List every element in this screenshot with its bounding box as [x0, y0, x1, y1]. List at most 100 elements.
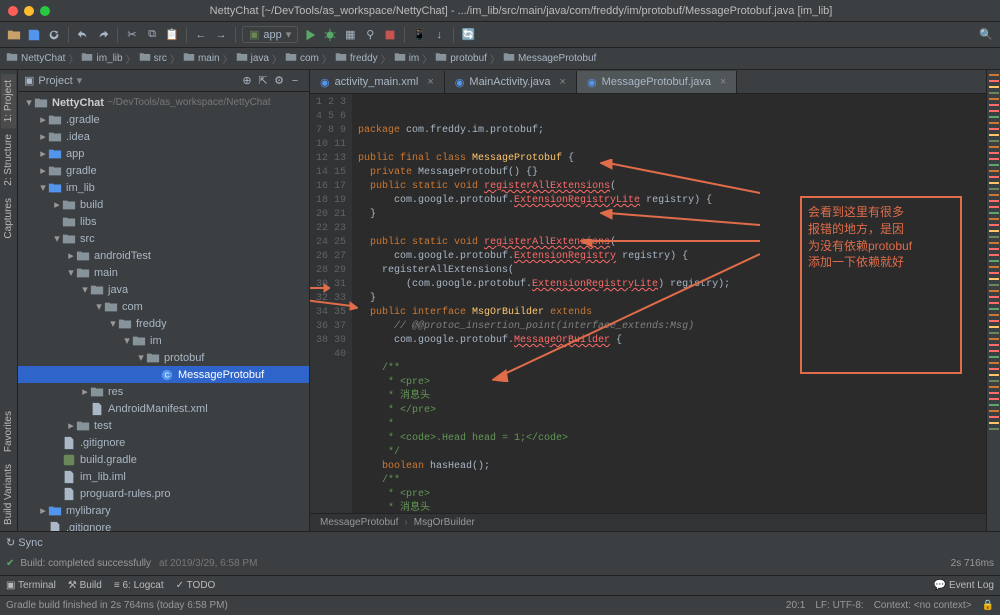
copy-icon[interactable]: ⧉ [144, 27, 160, 43]
collapse-all-icon[interactable]: ⇱ [255, 73, 271, 89]
tree-node[interactable]: ▾java [18, 281, 309, 298]
tree-node[interactable]: .gitignore [18, 519, 309, 531]
tree-node[interactable]: proguard-rules.pro [18, 485, 309, 502]
tree-node[interactable]: ▸.idea [18, 128, 309, 145]
gear-icon[interactable]: ⚙ [271, 73, 287, 89]
sdk-icon[interactable]: ↓ [431, 27, 447, 43]
project-panel: ▣Project▾ ⊕ ⇱ ⚙ − ▾NettyChat ~/DevTools/… [18, 70, 310, 531]
tool-tab-build-variants[interactable]: Build Variants [1, 458, 16, 531]
build-timestamp: at 2019/3/29, 6:58 PM [159, 558, 257, 569]
tree-root[interactable]: ▾NettyChat ~/DevTools/as_workspace/Netty… [18, 94, 309, 111]
breadcrumb-item[interactable]: src [139, 51, 167, 66]
project-tree[interactable]: ▾NettyChat ~/DevTools/as_workspace/Netty… [18, 92, 309, 531]
navigation-breadcrumbs: NettyChat〉im_lib〉src〉main〉java〉com〉fredd… [0, 48, 1000, 70]
minimize-window-icon[interactable] [24, 6, 34, 16]
forward-icon[interactable]: → [213, 27, 229, 43]
project-view-dropdown[interactable]: ▣Project▾ [24, 74, 82, 87]
tool-tab-captures[interactable]: Captures [1, 192, 16, 245]
maximize-window-icon[interactable] [40, 6, 50, 16]
breadcrumb-item[interactable]: main [183, 51, 220, 66]
build-panel: ↻ Sync ✔ Build: completed successfully a… [0, 531, 1000, 575]
tree-node[interactable]: CMessageProtobuf [18, 366, 309, 383]
tree-node[interactable]: ▸.gradle [18, 111, 309, 128]
tree-node[interactable]: ▸test [18, 417, 309, 434]
hide-panel-icon[interactable]: − [287, 73, 303, 89]
editor-tabs: ◉activity_main.xml×◉MainActivity.java×◉M… [310, 70, 986, 94]
avd-icon[interactable]: 📱 [411, 27, 427, 43]
tree-node[interactable]: ▸res [18, 383, 309, 400]
tree-node[interactable]: ▸mylibrary [18, 502, 309, 519]
encoding[interactable]: LF: UTF-8: [815, 600, 863, 611]
tab-build[interactable]: ⚒ Build [68, 580, 102, 591]
back-icon[interactable]: ← [193, 27, 209, 43]
caret-position[interactable]: 20:1 [786, 600, 805, 611]
window-title: NettyChat [~/DevTools/as_workspace/Netty… [50, 5, 992, 17]
run-config-label: app [263, 29, 281, 41]
error-stripe[interactable] [986, 70, 1000, 531]
tree-node[interactable]: im_lib.iml [18, 468, 309, 485]
run-icon[interactable] [302, 27, 318, 43]
breadcrumb-item[interactable]: MessageProtobuf [503, 51, 596, 66]
tree-node[interactable]: ▾freddy [18, 315, 309, 332]
run-config-dropdown[interactable]: ▣app▾ [242, 26, 298, 43]
scroll-from-source-icon[interactable]: ⊕ [239, 73, 255, 89]
tree-node[interactable]: AndroidManifest.xml [18, 400, 309, 417]
close-tab-icon: × [720, 76, 726, 88]
refresh-icon[interactable] [46, 27, 62, 43]
editor-tab[interactable]: ◉MainActivity.java× [445, 71, 577, 93]
breadcrumb-item[interactable]: im_lib [81, 51, 122, 66]
status-message: Gradle build finished in 2s 764ms (today… [6, 600, 228, 611]
tree-node[interactable]: .gitignore [18, 434, 309, 451]
sync-gradle-icon[interactable]: 🔄 [460, 27, 476, 43]
stop-icon[interactable] [382, 27, 398, 43]
tree-node[interactable]: ▾protobuf [18, 349, 309, 366]
tree-node[interactable]: ▾im_lib [18, 179, 309, 196]
tree-node[interactable]: ▸androidTest [18, 247, 309, 264]
tree-node[interactable]: ▾com [18, 298, 309, 315]
tree-node[interactable]: ▾im [18, 332, 309, 349]
profiler-icon[interactable]: ▦ [342, 27, 358, 43]
tab-logcat[interactable]: ≡ 6: Logcat [114, 580, 164, 591]
undo-icon[interactable] [75, 27, 91, 43]
editor-area: ◉activity_main.xml×◉MainActivity.java×◉M… [310, 70, 986, 531]
tree-node[interactable]: ▸build [18, 196, 309, 213]
attach-icon[interactable]: ⚲ [362, 27, 378, 43]
tool-tab-project[interactable]: 1: Project [1, 74, 16, 128]
tool-tab-favorites[interactable]: Favorites [1, 405, 16, 458]
tab-event-log[interactable]: 💬 Event Log [934, 580, 994, 591]
save-icon[interactable] [26, 27, 42, 43]
redo-icon[interactable] [95, 27, 111, 43]
tree-node[interactable]: ▸app [18, 145, 309, 162]
close-tab-icon: × [560, 76, 566, 88]
search-icon[interactable]: 🔍 [978, 27, 994, 43]
breadcrumb-item[interactable]: freddy [335, 51, 378, 66]
breadcrumb-item[interactable]: protobuf [435, 51, 487, 66]
cut-icon[interactable]: ✂ [124, 27, 140, 43]
tab-todo[interactable]: ✓ TODO [176, 580, 216, 591]
tree-node[interactable]: libs [18, 213, 309, 230]
open-icon[interactable] [6, 27, 22, 43]
close-window-icon[interactable] [8, 6, 18, 16]
tree-node[interactable]: ▸gradle [18, 162, 309, 179]
paste-icon[interactable]: 📋 [164, 27, 180, 43]
tab-terminal[interactable]: ▣ Terminal [6, 580, 56, 591]
main-toolbar: ✂ ⧉ 📋 ← → ▣app▾ ▦ ⚲ 📱 ↓ 🔄 🔍 [0, 22, 1000, 48]
sync-tab[interactable]: ↻ Sync [6, 536, 43, 549]
build-elapsed: 2s 716ms [951, 558, 994, 569]
breadcrumb-item[interactable]: NettyChat [6, 51, 65, 66]
editor-breadcrumb[interactable]: MessageProtobuf›MsgOrBuilder [310, 513, 986, 531]
tree-node[interactable]: ▾src [18, 230, 309, 247]
breadcrumb-item[interactable]: java [236, 51, 269, 66]
close-tab-icon: × [427, 76, 433, 88]
editor-tab[interactable]: ◉activity_main.xml× [310, 71, 445, 93]
tool-tab-structure[interactable]: 2: Structure [1, 128, 16, 192]
lock-icon[interactable]: 🔒 [982, 600, 994, 611]
breadcrumb-item[interactable]: im [394, 51, 420, 66]
tree-node[interactable]: ▾main [18, 264, 309, 281]
debug-icon[interactable] [322, 27, 338, 43]
context[interactable]: Context: <no context> [874, 600, 972, 611]
tree-node[interactable]: build.gradle [18, 451, 309, 468]
editor-tab[interactable]: ◉MessageProtobuf.java× [577, 71, 738, 93]
status-bar: Gradle build finished in 2s 764ms (today… [0, 595, 1000, 615]
breadcrumb-item[interactable]: com [285, 51, 319, 66]
